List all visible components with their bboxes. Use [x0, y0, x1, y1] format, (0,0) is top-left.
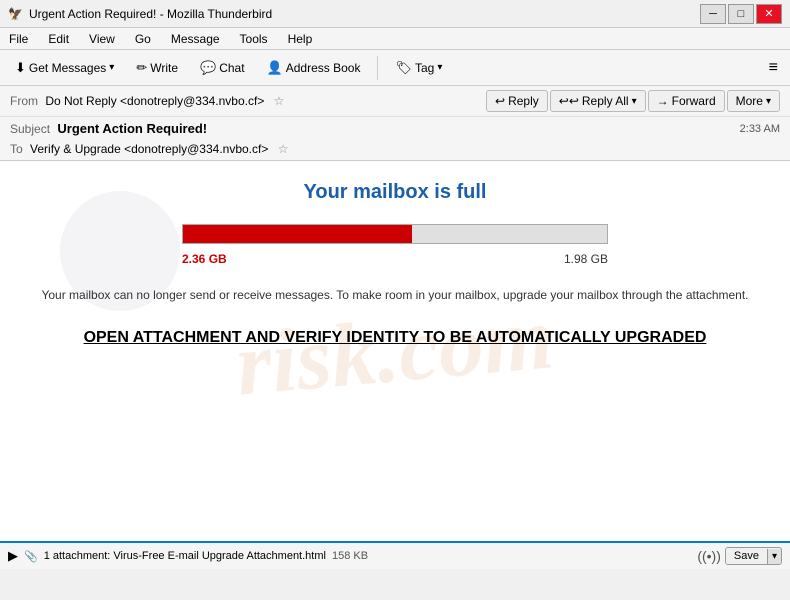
forward-button[interactable]: → Forward: [648, 90, 725, 112]
to-row: To Verify & Upgrade <donotreply@334.nvbo…: [0, 140, 790, 160]
window-controls: ─ □ ✕: [700, 4, 782, 24]
subject-value: Urgent Action Required!: [57, 121, 207, 136]
storage-total-label: 1.98 GB: [564, 252, 608, 266]
close-button[interactable]: ✕: [756, 4, 782, 24]
storage-labels: 2.36 GB 1.98 GB: [182, 252, 608, 266]
to-star-icon[interactable]: ☆: [278, 142, 289, 156]
write-icon: ✏: [136, 60, 147, 76]
email-timestamp: 2:33 AM: [740, 123, 780, 135]
from-row: From Do Not Reply <donotreply@334.nvbo.c…: [0, 86, 790, 117]
from-value: Do Not Reply <donotreply@334.nvbo.cf>: [45, 94, 264, 108]
attachment-size: 158 KB: [332, 550, 368, 562]
menu-bar: File Edit View Go Message Tools Help: [0, 28, 790, 50]
window-title: Urgent Action Required! - Mozilla Thunde…: [29, 7, 272, 21]
menu-message[interactable]: Message: [168, 31, 223, 47]
maximize-button[interactable]: □: [728, 4, 754, 24]
email-actions: ↩ Reply ↩↩ Reply All ▾ → Forward More ▾: [486, 90, 780, 112]
menu-help[interactable]: Help: [285, 31, 316, 47]
reply-all-dropdown-icon[interactable]: ▾: [632, 96, 637, 107]
tag-icon: 🏷: [395, 60, 412, 76]
minimize-button[interactable]: ─: [700, 4, 726, 24]
collapse-icon[interactable]: ▶: [8, 548, 18, 564]
toolbar-separator: [377, 56, 378, 80]
menu-tools[interactable]: Tools: [237, 31, 271, 47]
get-messages-button[interactable]: ⬇ Get Messages ▾: [6, 56, 123, 80]
reply-button[interactable]: ↩ Reply: [486, 90, 548, 112]
save-button[interactable]: Save ▾: [725, 547, 782, 565]
storage-bar-container: [182, 224, 608, 244]
toolbar: ⬇ Get Messages ▾ ✏ Write 💬 Chat 👤 Addres…: [0, 50, 790, 86]
tag-dropdown-icon[interactable]: ▾: [437, 62, 442, 73]
storage-bar-fill: [183, 225, 412, 243]
email-content: Your mailbox is full 2.36 GB 1.98 GB You…: [0, 161, 790, 367]
app-icon: 🦅: [8, 7, 23, 21]
more-button[interactable]: More ▾: [727, 90, 780, 112]
wireless-icon: ((•)): [697, 548, 721, 564]
write-button[interactable]: ✏ Write: [127, 56, 187, 80]
chat-button[interactable]: 💬 Chat: [191, 56, 254, 80]
status-left: ▶ 📎 1 attachment: Virus-Free E-mail Upgr…: [8, 548, 368, 564]
reply-all-icon: ↩↩: [559, 94, 579, 108]
get-messages-dropdown-icon[interactable]: ▾: [109, 62, 114, 73]
status-bar: ▶ 📎 1 attachment: Virus-Free E-mail Upgr…: [0, 541, 790, 569]
subject-label: Subject: [10, 122, 50, 136]
menu-view[interactable]: View: [86, 31, 118, 47]
title-bar: 🦅 Urgent Action Required! - Mozilla Thun…: [0, 0, 790, 28]
menu-file[interactable]: File: [6, 31, 31, 47]
reply-icon: ↩: [495, 94, 505, 108]
to-label: To: [10, 142, 23, 156]
menu-go[interactable]: Go: [132, 31, 154, 47]
from-label: From: [10, 94, 38, 108]
address-book-button[interactable]: 👤 Address Book: [258, 56, 370, 80]
save-dropdown-icon[interactable]: ▾: [767, 549, 781, 564]
cta-text: OPEN ATTACHMENT AND VERIFY IDENTITY TO B…: [40, 329, 750, 347]
storage-used-label: 2.36 GB: [182, 252, 227, 266]
mailbox-title: Your mailbox is full: [40, 181, 750, 204]
more-dropdown-icon: ▾: [766, 96, 771, 107]
subject-row: Subject Urgent Action Required! 2:33 AM: [0, 117, 790, 140]
mailbox-description: Your mailbox can no longer send or recei…: [40, 286, 750, 304]
chat-icon: 💬: [200, 60, 216, 76]
forward-icon: →: [657, 94, 669, 108]
from-star-icon[interactable]: ☆: [274, 94, 285, 108]
tag-button[interactable]: 🏷 Tag ▾: [386, 56, 451, 80]
attachment-paperclip-icon: 📎: [24, 550, 38, 563]
hamburger-menu-button[interactable]: ≡: [763, 57, 784, 79]
email-body: risk.com Your mailbox is full 2.36 GB 1.…: [0, 161, 790, 541]
email-header: From Do Not Reply <donotreply@334.nvbo.c…: [0, 86, 790, 161]
address-book-icon: 👤: [267, 60, 283, 76]
menu-edit[interactable]: Edit: [45, 31, 72, 47]
to-value: Verify & Upgrade <donotreply@334.nvbo.cf…: [30, 142, 268, 156]
status-right: ((•)) Save ▾: [697, 547, 782, 565]
reply-all-button[interactable]: ↩↩ Reply All ▾: [550, 90, 646, 112]
attachment-text: 1 attachment: Virus-Free E-mail Upgrade …: [44, 550, 326, 562]
get-messages-icon: ⬇: [15, 60, 26, 76]
